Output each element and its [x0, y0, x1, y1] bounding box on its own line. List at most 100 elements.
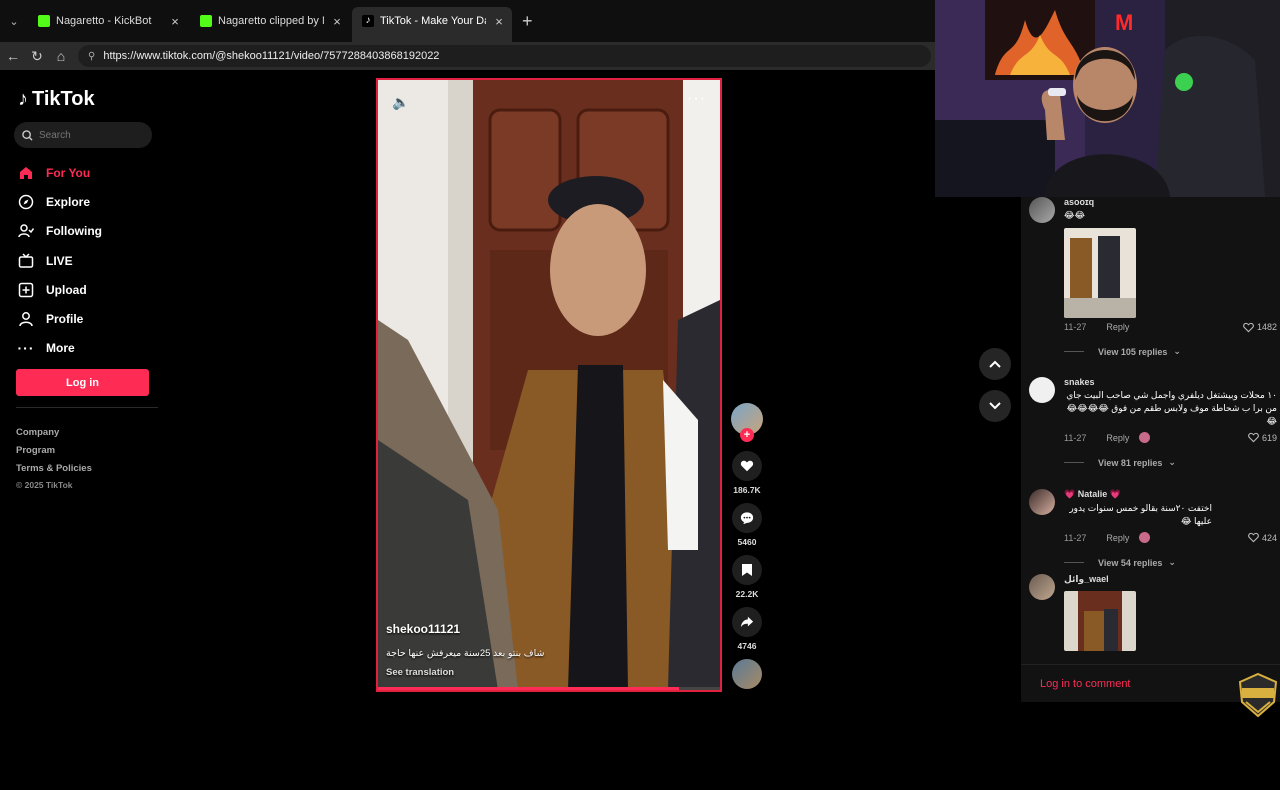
comment-image[interactable] [1064, 228, 1136, 318]
close-tab-icon[interactable]: × [492, 14, 506, 29]
footer-link-company[interactable]: Company [16, 424, 92, 442]
comment-username[interactable]: snakes [1064, 377, 1277, 387]
save-action[interactable]: 22.2K [731, 555, 763, 599]
video-author[interactable]: shekoo11121 [386, 622, 460, 636]
site-info-icon[interactable]: ⚲ [88, 51, 95, 62]
comment-text: 😂😂 [1064, 210, 1086, 220]
reply-button[interactable]: Reply [1106, 433, 1129, 443]
comment-date: 11-27 [1064, 322, 1087, 332]
sidebar-item-explore[interactable]: Explore [18, 187, 102, 216]
webcam-overlay: M [935, 0, 1280, 197]
kick-favicon-icon [38, 15, 50, 27]
sidebar-item-label: Explore [46, 194, 91, 209]
creator-avatar[interactable]: + [731, 403, 763, 442]
video-progress-bar[interactable] [378, 687, 720, 690]
comment-date: 11-27 [1064, 432, 1087, 443]
comment-action[interactable]: 5460 [731, 503, 763, 547]
replies-divider [1064, 462, 1084, 463]
compass-icon [18, 194, 34, 210]
mute-icon[interactable]: 🔈 [392, 94, 409, 111]
view-replies-button[interactable]: View 81 replies ⌄ [1064, 457, 1277, 468]
avatar[interactable] [1029, 197, 1055, 223]
sidebar-item-profile[interactable]: Profile [18, 304, 102, 333]
comment-username[interactable]: 💗 Natalie 💗 [1064, 489, 1277, 500]
sidebar-item-following[interactable]: Following [18, 217, 102, 246]
sidebar-item-label: Upload [46, 282, 87, 297]
live-icon [18, 253, 34, 269]
sidebar-nav: For You Explore Following LIVE Upload Pr… [18, 158, 103, 363]
reload-icon[interactable]: ↻ [30, 48, 44, 65]
browser-tab-kickbot[interactable]: Nagaretto - KickBot × [28, 7, 188, 35]
view-replies-button[interactable]: View 54 replies ⌄ [1064, 557, 1277, 568]
reply-button[interactable]: Reply [1106, 322, 1129, 332]
footer-link-program[interactable]: Program [16, 442, 92, 460]
video-actions: + 186.7K 5460 22.2K 4746 [731, 403, 763, 689]
profile-icon [18, 311, 34, 327]
login-button[interactable]: Log in [16, 369, 149, 396]
browser-tab-tiktok[interactable]: ♪ TikTok - Make Your Day × [352, 7, 512, 42]
back-arrow-icon[interactable]: ← [6, 48, 20, 64]
copyright-text: © 2025 TikTok [16, 480, 73, 490]
sidebar-item-more[interactable]: ··· More [18, 334, 102, 363]
share-action[interactable]: 4746 [731, 607, 763, 651]
view-replies-label: View 81 replies [1098, 457, 1163, 468]
comment-item: snakes ١٠ محلات وبيشتغل ديلفري واجمل شي … [1029, 377, 1277, 468]
bottom-strip [0, 772, 1280, 790]
chevron-down-icon: ⌄ [1168, 457, 1176, 467]
comment-like-button[interactable]: 619 [1248, 432, 1277, 443]
save-count: 22.2K [735, 589, 759, 599]
avatar[interactable] [1029, 574, 1055, 600]
replies-divider [1064, 351, 1084, 352]
bookmark-icon [742, 564, 752, 576]
sidebar-item-upload[interactable]: Upload [18, 275, 102, 304]
next-video-button[interactable] [979, 390, 1011, 422]
avatar[interactable] [1029, 377, 1055, 403]
comment-item: asooɪq 😂😂 11-27 Reply 1482 View 105 repl… [1029, 197, 1277, 357]
see-translation-link[interactable]: See translation [386, 667, 454, 678]
like-action[interactable]: 186.7K [731, 451, 763, 495]
sidebar-item-label: LIVE [46, 253, 73, 268]
creator-liked-avatar [1139, 532, 1151, 543]
comment-username[interactable]: asooɪq [1064, 197, 1277, 207]
sidebar-item-label: For You [46, 165, 91, 180]
comment-like-button[interactable]: 1482 [1243, 322, 1277, 333]
comment-like-button[interactable]: 424 [1248, 532, 1277, 543]
comment-image[interactable] [1064, 591, 1136, 651]
close-tab-icon[interactable]: × [168, 14, 182, 29]
replies-divider [1064, 562, 1084, 563]
footer-link-terms[interactable]: Terms & Policies [16, 460, 92, 478]
home-icon[interactable]: ⌂ [54, 48, 68, 64]
music-disc-icon[interactable] [732, 659, 762, 689]
reply-button[interactable]: Reply [1106, 533, 1129, 543]
avatar[interactable] [1029, 489, 1055, 515]
comments-panel: asooɪq 😂😂 11-27 Reply 1482 View 105 repl… [1021, 197, 1280, 702]
close-tab-icon[interactable]: × [330, 14, 344, 29]
new-tab-button[interactable]: + [522, 11, 533, 32]
view-replies-label: View 54 replies [1098, 557, 1163, 568]
chevron-down-icon: ⌄ [1173, 346, 1181, 356]
comment-text: اختفت ٢٠سنة بقالو خمس سنوات يدور عليها 😂 [1069, 503, 1212, 526]
previous-video-button[interactable] [979, 348, 1011, 380]
video-player[interactable]: 🔈 ··· shekoo11121 شاف بنتو بعد 25سنة ميع… [376, 78, 722, 692]
sidebar-item-for-you[interactable]: For You [18, 158, 102, 187]
tiktok-logo[interactable]: ♪ TikTok [18, 88, 95, 111]
comment-text: ١٠ محلات وبيشتغل ديلفري واجمل شي صاحب ال… [1066, 390, 1277, 426]
address-field[interactable]: ⚲ https://www.tiktok.com/@shekoo11121/vi… [78, 45, 931, 67]
sidebar-footer: Company Program Terms & Policies © 2025 … [16, 424, 92, 492]
streamer-webcam-image: M [935, 0, 1280, 197]
comment-count: 5460 [737, 537, 757, 547]
comment-username[interactable]: وائل_wael [1064, 574, 1277, 585]
tab-title: Nagaretto - KickBot [56, 15, 152, 27]
tab-list-chevron-icon[interactable]: ⌄ [4, 7, 24, 35]
video-caption: شاف بنتو بعد 25سنة ميعرفش عنها حاجة [386, 648, 545, 659]
upload-icon [18, 282, 34, 298]
search-box[interactable] [14, 122, 152, 148]
browser-tab-clip[interactable]: Nagaretto clipped by Mohamad_S × [190, 7, 350, 35]
search-input[interactable] [39, 129, 139, 141]
view-replies-button[interactable]: View 105 replies ⌄ [1064, 346, 1277, 357]
follow-plus-icon[interactable]: + [740, 428, 754, 442]
sidebar-item-live[interactable]: LIVE [18, 246, 102, 275]
more-options-icon[interactable]: ··· [687, 90, 706, 108]
chevron-up-icon [989, 360, 1001, 368]
tiktok-note-icon: ♪ [18, 88, 28, 110]
